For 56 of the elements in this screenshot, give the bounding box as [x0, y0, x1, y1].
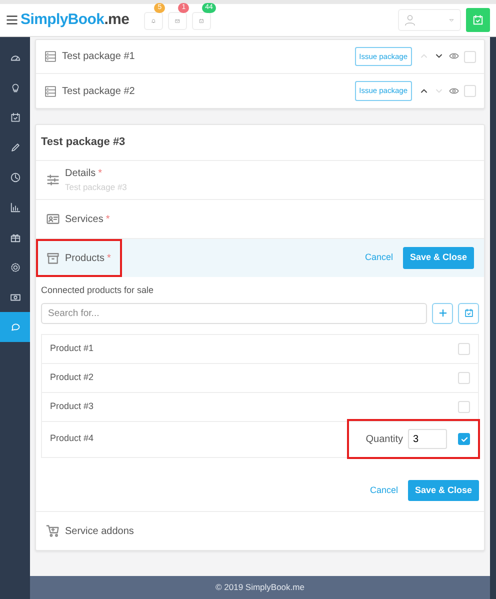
product-row[interactable]: Product #2 [42, 364, 478, 392]
menu-button[interactable] [6, 12, 18, 28]
section-label: Details [65, 167, 96, 182]
sliders-icon [46, 173, 60, 187]
quantity-label: Quantity [366, 432, 403, 446]
check-icon [460, 434, 468, 444]
lightbulb-icon [10, 82, 20, 92]
section-label: Products [65, 252, 104, 266]
notification-button[interactable] [192, 12, 212, 30]
speech-bubble-icon [10, 322, 20, 332]
checkbox-icon [464, 308, 474, 318]
cart-icon [46, 524, 60, 538]
calendar-button[interactable] [466, 8, 490, 32]
eye-icon [449, 51, 459, 62]
required-asterisk: * [106, 212, 110, 226]
product-name: Product #3 [50, 400, 95, 413]
required-asterisk: * [106, 252, 111, 266]
brand-logo[interactable]: SimplyBook.me [20, 8, 130, 32]
calendar-icon [10, 112, 20, 122]
product-row[interactable]: Product #4 Quantity 3 [42, 422, 478, 456]
section-label: Services [65, 212, 104, 226]
card-title: Test package #3 [41, 135, 126, 150]
panel-caption: Connected products for sale [41, 284, 155, 297]
quantity-field[interactable]: 3 [408, 429, 447, 449]
list-icon [44, 84, 57, 98]
notification-button[interactable] [168, 12, 188, 30]
user-icon [404, 14, 416, 26]
package-name: Test package #1 [62, 50, 136, 64]
bar-chart-icon [10, 202, 20, 212]
checkbox[interactable] [458, 433, 470, 445]
calendar-icon [472, 14, 484, 26]
clock-icon [10, 172, 20, 182]
settings-icon [10, 262, 20, 272]
product-name: Product #4 [50, 432, 95, 446]
list-icon [44, 50, 57, 63]
section-label: Service addons [65, 524, 134, 538]
notification-button[interactable] [144, 12, 164, 30]
gift-icon [10, 232, 20, 242]
archive-box-icon [46, 251, 60, 265]
product-name: Product #2 [50, 370, 95, 384]
search-field[interactable]: Search for... [41, 302, 427, 324]
add-button[interactable] [432, 302, 453, 324]
select-all-button[interactable] [458, 302, 479, 324]
product-row[interactable]: Product #1 [42, 334, 478, 364]
product-row[interactable]: Product #3 [42, 392, 478, 422]
caret-icon [448, 16, 455, 24]
required-asterisk: * [98, 167, 102, 182]
section-header[interactable]: Service addons [36, 511, 484, 550]
banknote-icon [10, 292, 20, 302]
pencil-icon [10, 142, 20, 152]
copyright-text: © 2019 SimplyBook.me [216, 581, 304, 594]
eye-icon [449, 86, 459, 96]
id-card-icon [46, 212, 60, 226]
plus-icon [438, 308, 448, 318]
product-name: Product #1 [50, 342, 95, 355]
package-name: Test package #2 [62, 84, 136, 98]
